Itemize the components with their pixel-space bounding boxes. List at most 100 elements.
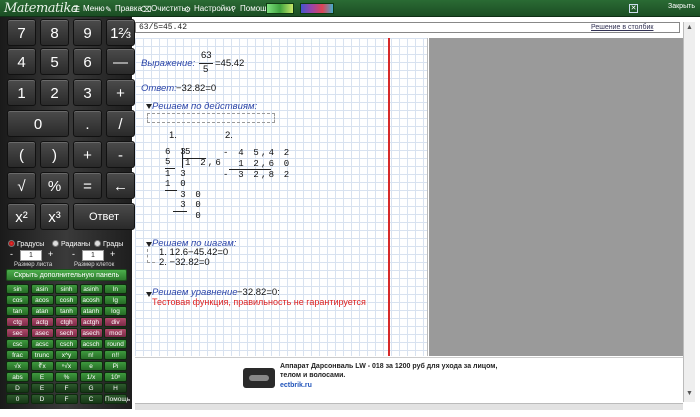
key-button[interactable]: )	[40, 141, 69, 168]
function-key[interactable]: frac	[6, 350, 29, 360]
function-key[interactable]: ctg	[6, 317, 29, 327]
function-key[interactable]: H	[104, 383, 127, 393]
function-key[interactable]: ∛x	[30, 361, 54, 371]
function-key[interactable]: sinh	[55, 284, 78, 294]
hide-panel-button[interactable]: Скрыть дополнительную панель	[6, 269, 127, 281]
radio-grads[interactable]: Грады	[94, 240, 123, 248]
scroll-up-icon[interactable]: ▲	[686, 24, 693, 31]
ad-link[interactable]: ectbrik.ru	[280, 382, 312, 389]
function-key[interactable]: %	[55, 372, 78, 382]
settings-button[interactable]: ⚙ Настройки	[183, 2, 233, 15]
function-key[interactable]: asin	[30, 284, 54, 294]
function-key[interactable]: asec	[30, 328, 54, 338]
function-key[interactable]: div	[104, 317, 127, 327]
plus-icon[interactable]: +	[48, 249, 53, 259]
function-key[interactable]: Pi	[104, 361, 127, 371]
function-key[interactable]: sech	[55, 328, 78, 338]
key-button[interactable]: 5	[40, 48, 69, 75]
function-key[interactable]: e	[79, 361, 103, 371]
color-swatch-green[interactable]	[266, 3, 294, 14]
function-key[interactable]: n!	[79, 350, 103, 360]
function-key[interactable]: √x	[6, 361, 29, 371]
horizontal-scrollbar[interactable]	[135, 403, 683, 410]
function-key[interactable]: round	[104, 339, 127, 349]
cell-size-field[interactable]: 1	[82, 250, 104, 261]
function-key[interactable]: lg	[104, 295, 127, 305]
function-key[interactable]: ln	[104, 284, 127, 294]
function-key[interactable]: mod	[104, 328, 127, 338]
radio-radians[interactable]: Радианы	[52, 240, 90, 248]
function-key[interactable]: Помощь	[104, 394, 130, 404]
key-button[interactable]: 1⅔	[106, 19, 135, 46]
function-key[interactable]: x^y	[55, 350, 78, 360]
function-key[interactable]: csch	[55, 339, 78, 349]
key-button[interactable]: (	[7, 141, 36, 168]
function-key[interactable]: acsc	[30, 339, 54, 349]
function-key[interactable]: E	[30, 383, 54, 393]
function-key[interactable]: n!!	[104, 350, 127, 360]
function-key[interactable]: asech	[79, 328, 103, 338]
ad-title[interactable]: Аппарат Дарсонваль LW - 018 за 1200 руб …	[280, 362, 510, 380]
function-key[interactable]: C	[79, 394, 103, 404]
function-key[interactable]: tanh	[55, 306, 78, 316]
key-button[interactable]: /	[106, 110, 135, 137]
key-button[interactable]: ←	[106, 172, 135, 199]
function-key[interactable]: abs	[6, 372, 29, 382]
key-button[interactable]: 0	[7, 110, 69, 137]
key-button[interactable]: -	[106, 141, 135, 168]
scroll-down-icon[interactable]: ▼	[686, 390, 693, 397]
function-key[interactable]: sin	[6, 284, 29, 294]
close-icon[interactable]: ✕	[629, 4, 638, 13]
function-key[interactable]: csc	[6, 339, 29, 349]
function-key[interactable]: F	[55, 394, 78, 404]
plus-icon[interactable]: +	[110, 249, 115, 259]
function-key[interactable]: 10ˣ	[104, 372, 127, 382]
clear-button[interactable]: ⌫Очистить	[140, 2, 186, 15]
function-key[interactable]: atan	[30, 306, 54, 316]
close-label[interactable]: Закрыть	[668, 3, 695, 10]
function-key[interactable]: atanh	[79, 306, 103, 316]
function-key[interactable]: actg	[30, 317, 54, 327]
function-key[interactable]: E	[30, 372, 54, 382]
key-button[interactable]: +	[73, 141, 102, 168]
function-key[interactable]: 0	[6, 394, 29, 404]
color-swatch-rainbow[interactable]	[300, 3, 334, 14]
key-button[interactable]: 9	[73, 19, 102, 46]
key-button[interactable]: .	[73, 110, 102, 137]
function-key[interactable]: asinh	[79, 284, 103, 294]
function-key[interactable]: G	[79, 383, 103, 393]
function-key[interactable]: D	[6, 383, 29, 393]
function-key[interactable]: acos	[30, 295, 54, 305]
function-key[interactable]: D	[30, 394, 54, 404]
key-button[interactable]: 8	[40, 19, 69, 46]
function-key[interactable]: sec	[6, 328, 29, 338]
key-button[interactable]: 3	[73, 79, 102, 106]
edit-button[interactable]: ✎ Правка	[104, 2, 142, 15]
function-key[interactable]: acosh	[79, 295, 103, 305]
ad-product-image[interactable]	[243, 368, 275, 388]
key-button[interactable]: 1	[7, 79, 36, 106]
function-key[interactable]: cosh	[55, 295, 78, 305]
function-key[interactable]: trunc	[30, 350, 54, 360]
vertical-scrollbar[interactable]: ▲ ▼	[683, 22, 695, 402]
key-button[interactable]: —	[106, 48, 135, 75]
sheet-size-field[interactable]: 1	[20, 250, 42, 261]
function-key[interactable]: acsch	[79, 339, 103, 349]
key-button[interactable]: %	[40, 172, 69, 199]
radio-degrees[interactable]: Градусы	[8, 240, 44, 248]
function-key[interactable]: 1/x	[79, 372, 103, 382]
function-key[interactable]: log	[104, 306, 127, 316]
key-button[interactable]: =	[73, 172, 102, 199]
key-button[interactable]: x²	[7, 203, 36, 230]
key-button[interactable]: 7	[7, 19, 36, 46]
minus-icon[interactable]: -	[72, 249, 75, 259]
menu-button[interactable]: ☰ Меню	[72, 2, 105, 15]
minus-icon[interactable]: -	[10, 249, 13, 259]
key-button[interactable]: Ответ	[73, 203, 135, 230]
key-button[interactable]: √	[7, 172, 36, 199]
key-button[interactable]: 6	[73, 48, 102, 75]
function-key[interactable]: F	[55, 383, 78, 393]
column-solution-button[interactable]: Решение в столбик	[591, 24, 653, 31]
function-key[interactable]: ⁿ√x	[55, 361, 78, 371]
ad-banner[interactable]: Аппарат Дарсонваль LW - 018 за 1200 руб …	[135, 357, 683, 402]
